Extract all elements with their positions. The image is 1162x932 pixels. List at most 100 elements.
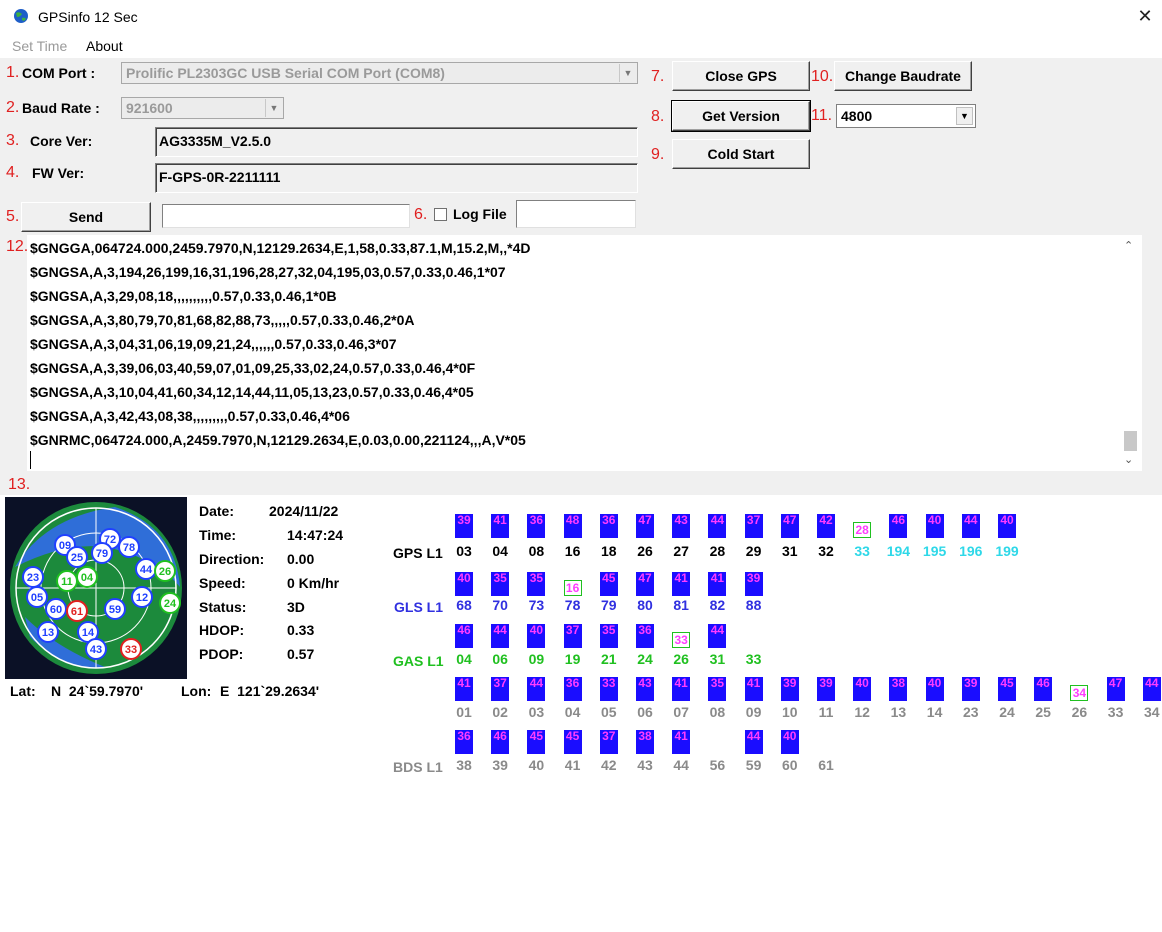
prn-label: 70 xyxy=(492,597,508,613)
com-port-select[interactable]: Prolific PL2303GC USB Serial COM Port (C… xyxy=(121,62,638,84)
snr-bar: 39 xyxy=(744,572,763,596)
sky-plot: 09 72 78 25 79 44 23 11 04 05 60 61 59 12 26 24 13 14 43 33 xyxy=(5,497,187,679)
prn-label: 39 xyxy=(492,757,508,773)
snr-bar: 35 xyxy=(527,572,546,596)
close-gps-button[interactable]: Close GPS xyxy=(672,61,810,91)
chevron-down-icon: ▼ xyxy=(265,99,282,117)
prn-label: 34 xyxy=(1144,704,1160,720)
snr-bar: 40 xyxy=(925,514,944,538)
snr-bar: 47 xyxy=(780,514,799,538)
snr-bar: 46 xyxy=(455,624,473,648)
snr-bar: 41 xyxy=(708,572,727,596)
prn-label: 07 xyxy=(673,704,689,720)
snr-bar: 35 xyxy=(599,624,618,648)
prn-label: 09 xyxy=(745,704,762,720)
constellation-label: GLS L1 xyxy=(394,599,444,615)
nmea-log[interactable]: $GNGGA,064724.000,2459.7970,N,12129.2634… xyxy=(27,235,1120,471)
close-icon[interactable]: ✕ xyxy=(1134,5,1156,27)
prn-label: 08 xyxy=(709,704,726,720)
prn-label: 16 xyxy=(564,543,581,559)
prn-label: 03 xyxy=(528,704,545,720)
prn-label: 68 xyxy=(456,597,472,613)
marker-12: 12. xyxy=(6,238,29,255)
snr-bar: 44 xyxy=(708,514,727,538)
prn-label: 04 xyxy=(456,651,472,667)
prn-label: 78 xyxy=(564,597,581,613)
scrollbar-thumb[interactable] xyxy=(1124,431,1137,451)
snr-bar: 39 xyxy=(455,514,473,538)
chevron-down-icon: ▼ xyxy=(619,64,636,82)
snr-bar: 44 xyxy=(491,624,510,648)
sky-satellite-label: 61 xyxy=(71,606,83,618)
marker-1: 1. xyxy=(6,64,20,81)
chevron-up-icon[interactable]: ⌃ xyxy=(1124,239,1133,252)
prn-label: 24 xyxy=(999,704,1015,720)
baud-select-dropdown[interactable]: 4800 ▼ xyxy=(836,104,976,128)
direction-value: 0.00 xyxy=(287,551,315,567)
menu-about[interactable]: About xyxy=(86,38,123,54)
window-title: GPSinfo 12 Sec xyxy=(38,9,138,25)
log-scrollbar[interactable]: ⌃ ⌄ xyxy=(1120,235,1142,471)
time-label: Time: xyxy=(199,527,237,543)
prn-label: 88 xyxy=(745,597,762,613)
prn-label: 21 xyxy=(601,651,617,667)
log-file-input[interactable] xyxy=(516,200,636,228)
baud-rate-select[interactable]: 921600 ▼ xyxy=(121,97,284,119)
change-baudrate-button[interactable]: Change Baudrate xyxy=(834,61,972,91)
chevron-down-icon[interactable]: ⌄ xyxy=(1124,453,1133,466)
sky-satellite-label: 13 xyxy=(42,627,54,639)
prn-label: 23 xyxy=(963,704,979,720)
sky-satellite-label: 44 xyxy=(140,564,153,576)
snr-bar: 39 xyxy=(817,677,835,701)
snr-bar: 43 xyxy=(636,677,654,701)
prn-label: 196 xyxy=(959,543,983,559)
marker-10: 10. xyxy=(811,68,834,85)
snr-bar: 41 xyxy=(672,677,691,701)
sky-satellite-label: 24 xyxy=(164,598,177,610)
prn-label: 60 xyxy=(782,757,798,773)
prn-label: 41 xyxy=(564,757,581,773)
prn-label: 27 xyxy=(673,543,689,559)
prn-label: 14 xyxy=(926,704,943,720)
snr-bar: 38 xyxy=(889,677,908,701)
date-label: Date: xyxy=(199,503,235,519)
prn-label: 79 xyxy=(601,597,617,613)
sky-satellite-label: 25 xyxy=(71,552,83,564)
marker-4: 4. xyxy=(6,164,20,181)
get-version-button[interactable]: Get Version xyxy=(671,100,811,132)
lon-label: Lon: xyxy=(181,683,212,699)
prn-label: 80 xyxy=(637,597,653,613)
prn-label: 38 xyxy=(456,757,472,773)
prn-label: 33 xyxy=(745,651,762,667)
snr-bar: 41 xyxy=(672,730,691,754)
snr-bar: 39 xyxy=(780,677,799,701)
prn-label: 28 xyxy=(709,543,726,559)
snr-bar: 36 xyxy=(455,730,473,754)
prn-label: 32 xyxy=(818,543,834,559)
sky-satellite-label: 59 xyxy=(109,604,121,616)
prn-label: 29 xyxy=(745,543,762,559)
sky-satellite-label: 33 xyxy=(125,644,137,656)
snr-bar: 37 xyxy=(744,514,763,538)
prn-label: 82 xyxy=(709,597,726,613)
menu-set-time[interactable]: Set Time xyxy=(12,38,67,54)
sky-satellite-label: 78 xyxy=(123,542,135,554)
sky-satellite-label: 12 xyxy=(136,592,148,604)
snr-bar: 47 xyxy=(636,514,654,538)
log-line: $GNGSA,A,3,04,31,06,19,09,21,24,,,,,,0.5… xyxy=(30,336,397,352)
log-file-checkbox[interactable] xyxy=(434,208,447,221)
send-input[interactable] xyxy=(162,204,410,228)
core-ver-field: AG3335M_V2.5.0 xyxy=(155,127,638,157)
marker-7: 7. xyxy=(651,68,665,85)
snr-bar: 36 xyxy=(563,677,582,701)
prn-label: 73 xyxy=(528,597,545,613)
marker-8: 8. xyxy=(651,108,665,125)
cold-start-button[interactable]: Cold Start xyxy=(672,139,810,169)
lon-value: E 121`29.2634' xyxy=(220,683,320,699)
prn-label: 33 xyxy=(1107,704,1124,720)
send-button[interactable]: Send xyxy=(21,202,151,232)
snr-bar: 41 xyxy=(672,572,691,596)
snr-bar: 35 xyxy=(708,677,727,701)
constellation-label: BDS L1 xyxy=(393,759,443,775)
status-value: 3D xyxy=(287,599,305,615)
